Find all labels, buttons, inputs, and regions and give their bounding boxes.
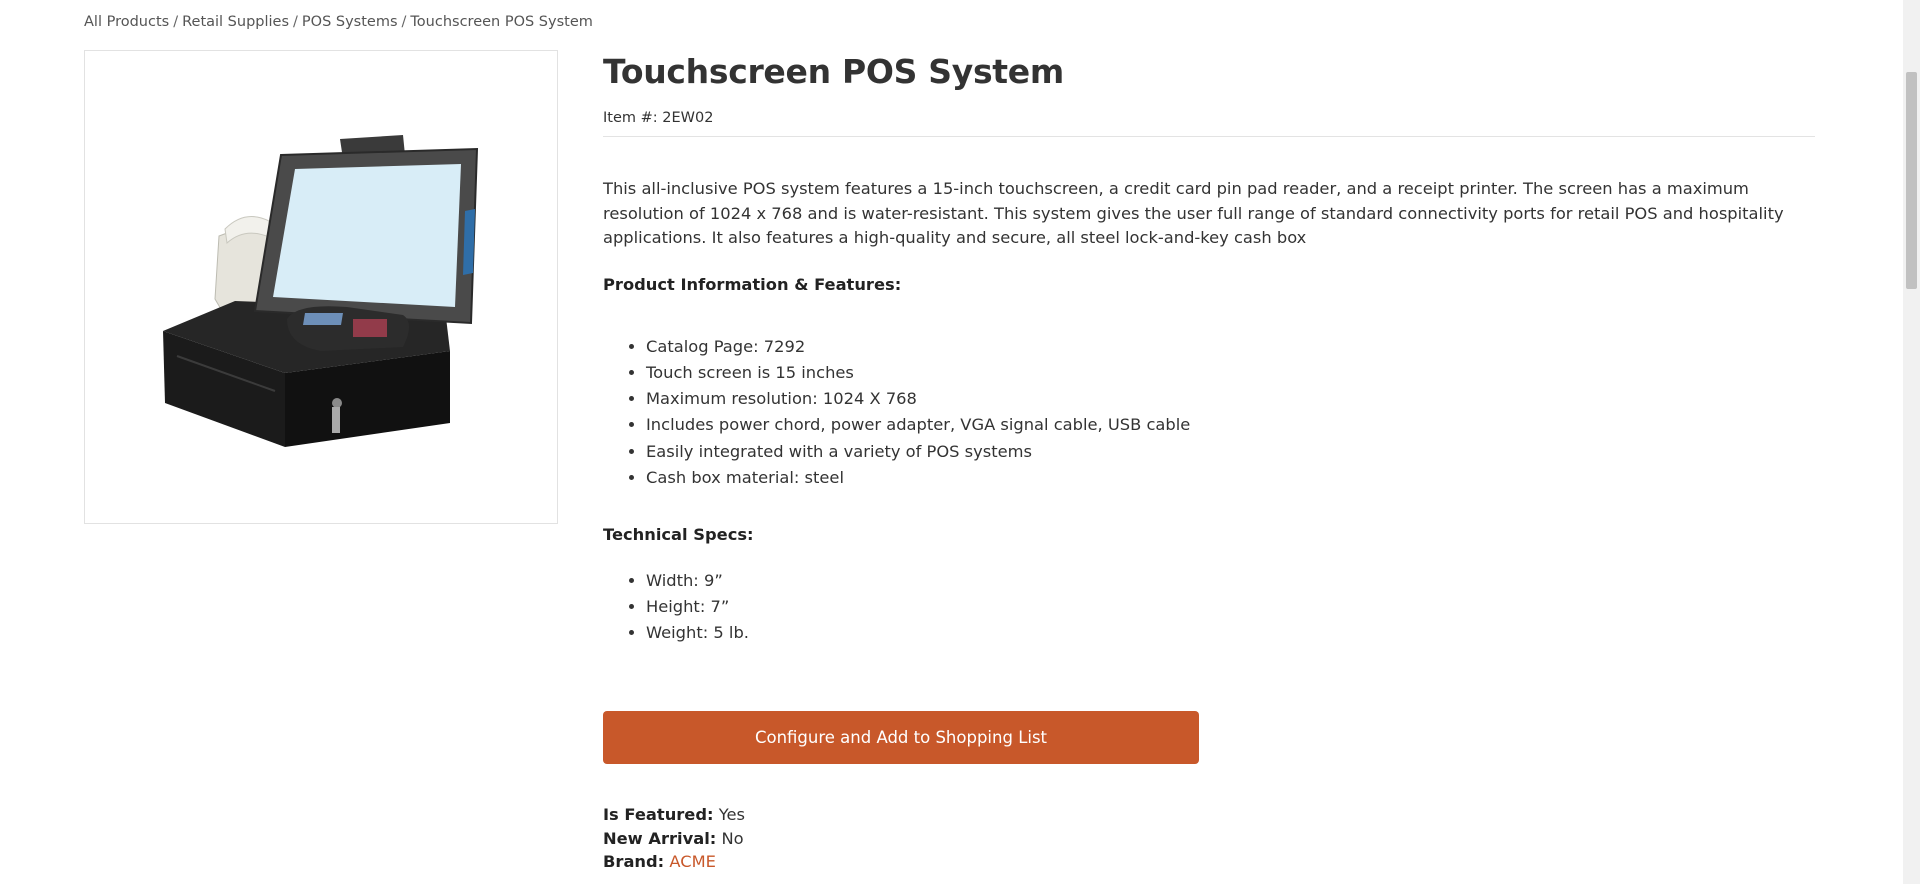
monitor-screen-shape <box>273 164 461 307</box>
specs-list: Width: 9” Height: 7” Weight: 5 lb. <box>603 568 1815 647</box>
features-heading: Product Information & Features: <box>603 274 902 294</box>
breadcrumb: All Products / Retail Supplies / POS Systems… <box>84 14 593 30</box>
scrollbar-thumb[interactable] <box>1906 72 1917 289</box>
new-arrival-label: New Arrival: <box>603 828 717 848</box>
product-description: This all-inclusive POS system features a… <box>603 179 1784 248</box>
breadcrumb-link-retail-supplies[interactable]: Retail Supplies <box>182 14 289 30</box>
list-item: Includes power chord, power adapter, VGA… <box>646 412 1815 438</box>
list-item: Catalog Page: 7292 <box>646 334 1815 360</box>
brand-label: Brand: <box>603 852 665 871</box>
card-reader-shape <box>463 209 475 275</box>
breadcrumb-separator: / <box>173 14 179 30</box>
list-item: Easily integrated with a variety of POS … <box>646 439 1815 465</box>
product-image[interactable] <box>84 50 558 524</box>
product-details: Touchscreen POS System Item #: 2EW02 Thi… <box>603 50 1815 647</box>
brand-row: Brand: ACME <box>603 850 745 874</box>
scrollbar[interactable] <box>1903 0 1920 884</box>
divider <box>603 136 1815 137</box>
breadcrumb-separator: / <box>401 14 407 30</box>
technical-specs-heading: Technical Specs: <box>603 525 754 544</box>
configure-add-to-shopping-list-button[interactable]: Configure and Add to Shopping List <box>603 711 1199 764</box>
breadcrumb-link-pos-systems[interactable]: POS Systems <box>302 14 398 30</box>
page-title: Touchscreen POS System <box>603 52 1064 91</box>
pos-system-image <box>163 135 479 447</box>
pin-pad-keys-shape <box>353 319 387 337</box>
key-shape <box>332 407 340 433</box>
list-item: Cash box material: steel <box>646 465 1815 491</box>
is-featured-value: Yes <box>718 805 745 824</box>
list-item: Touch screen is 15 inches <box>646 360 1815 386</box>
pin-pad-screen-shape <box>303 313 343 325</box>
list-item: Maximum resolution: 1024 X 768 <box>646 386 1815 412</box>
breadcrumb-current: Touchscreen POS System <box>410 14 593 30</box>
lock-shape <box>332 398 342 408</box>
new-arrival-value: No <box>721 828 744 848</box>
new-arrival-row: New Arrival: No <box>603 827 745 851</box>
breadcrumb-separator: / <box>293 14 298 30</box>
product-meta: Is Featured: Yes New Arrival: No Brand: … <box>603 803 745 874</box>
breadcrumb-link-all-products[interactable]: All Products <box>84 14 169 30</box>
item-number: Item #: 2EW02 <box>603 110 714 126</box>
is-featured-label: Is Featured: <box>603 805 714 824</box>
list-item: Height: 7” <box>646 594 1815 620</box>
brand-link[interactable]: ACME <box>669 852 716 871</box>
is-featured-row: Is Featured: Yes <box>603 803 745 827</box>
list-item: Width: 9” <box>646 568 1815 594</box>
features-list: Catalog Page: 7292 Touch screen is 15 in… <box>603 334 1815 491</box>
list-item: Weight: 5 lb. <box>646 620 1815 646</box>
